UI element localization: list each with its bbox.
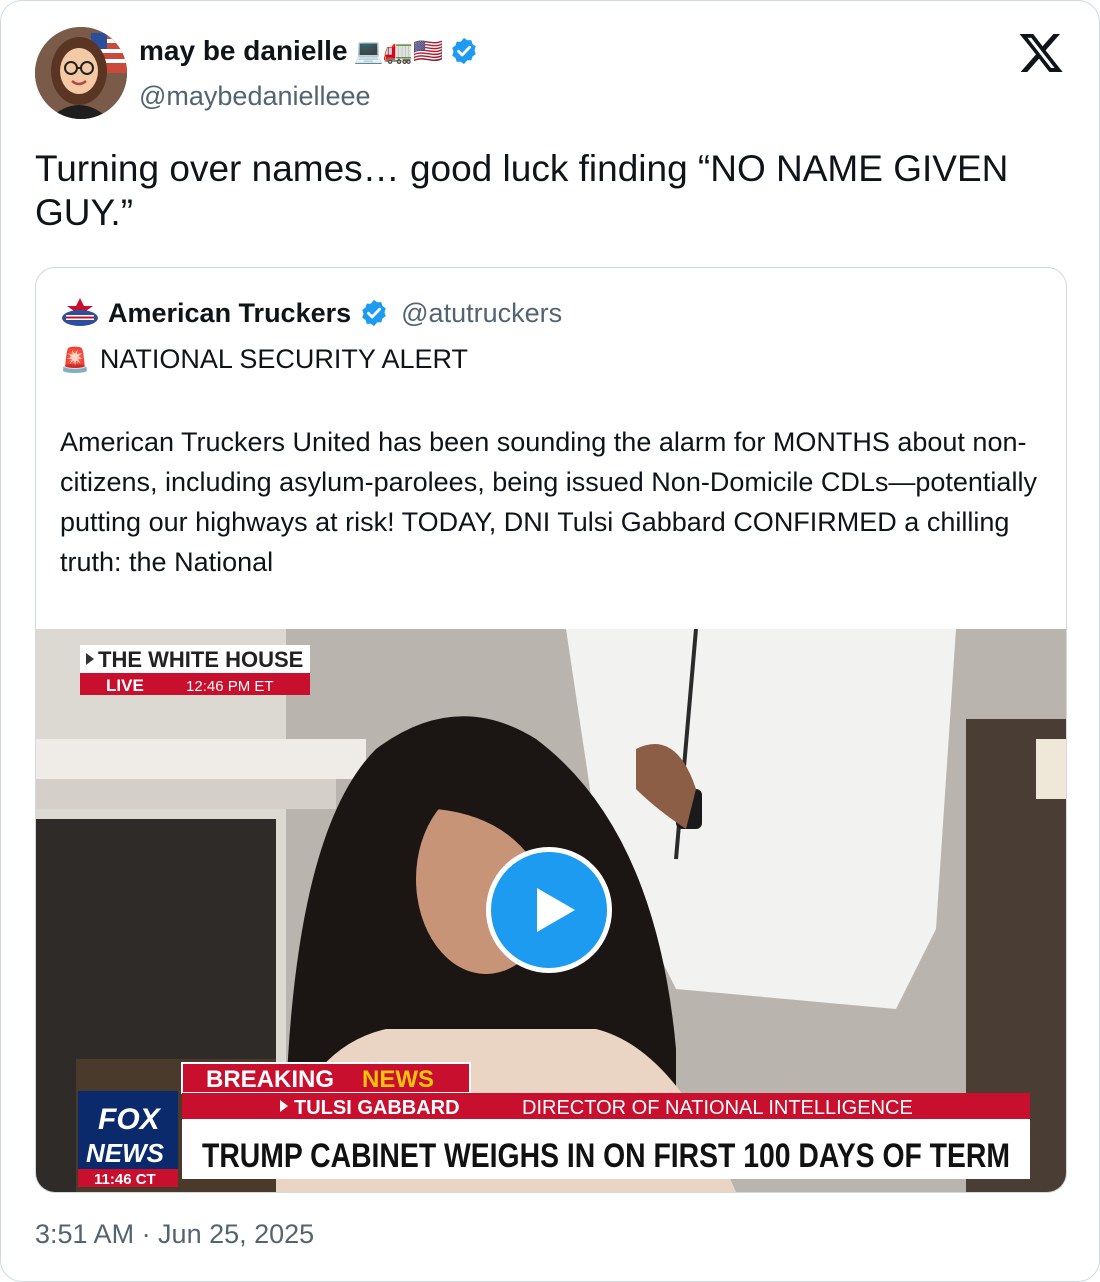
quoted-author-handle[interactable]: @atutruckers (401, 298, 562, 329)
tweet-card: may be danielle 💻🚛🇺🇸 @maybedanielleee Tu… (0, 0, 1100, 1282)
lower-third-title: DIRECTOR OF NATIONAL INTELLIGENCE (522, 1097, 913, 1119)
fox-logo-fox: FOX (98, 1103, 162, 1136)
bug-live: LIVE (106, 676, 144, 695)
author-avatar[interactable] (35, 27, 127, 119)
author-name-row[interactable]: may be danielle 💻🚛🇺🇸 (139, 35, 479, 67)
siren-icon: 🚨 (60, 345, 90, 374)
bug-time: 12:46 PM ET (186, 678, 274, 695)
fox-logo-news: NEWS (86, 1138, 165, 1168)
american-truckers-logo-icon (62, 298, 98, 326)
fox-logo-time: 11:46 CT (94, 1171, 156, 1188)
quoted-body-text: American Truckers United has been soundi… (60, 427, 1037, 577)
bug-location: THE WHITE HOUSE (98, 647, 303, 672)
lower-third-name: TULSI GABBARD (294, 1097, 460, 1119)
news-label: NEWS (362, 1066, 434, 1093)
breaking-label: BREAKING (206, 1066, 334, 1093)
play-button[interactable] (486, 847, 612, 973)
author-handle[interactable]: @maybedanielleee (139, 81, 371, 112)
alert-text: NATIONAL SECURITY ALERT (99, 344, 468, 374)
quoted-author-name[interactable]: American Truckers (108, 298, 351, 329)
alert-line: 🚨 NATIONAL SECURITY ALERT (60, 344, 468, 375)
headline: TRUMP CABINET WEIGHS IN ON FIRST 100 DAY… (202, 1137, 1010, 1175)
tweet-timestamp[interactable]: 3:51 AM · Jun 25, 2025 (35, 1219, 314, 1250)
tweet-text: Turning over names… good luck finding “N… (35, 148, 1009, 233)
x-logo-icon[interactable] (1017, 29, 1065, 77)
verified-badge-icon (452, 37, 476, 65)
quoted-tweet[interactable]: American Truckers @atutruckers 🚨 NATIONA… (35, 267, 1067, 1193)
avatar-illustration (35, 27, 127, 119)
play-icon (537, 888, 575, 932)
author-emojis: 💻🚛🇺🇸 (353, 37, 444, 65)
author-name[interactable]: may be danielle (139, 35, 348, 67)
quoted-header: American Truckers @atutruckers (60, 296, 562, 330)
video-thumbnail[interactable]: THE WHITE HOUSE LIVE 12:46 PM ET BREAKIN… (36, 629, 1066, 1192)
quoted-verified-badge-icon (362, 299, 386, 327)
